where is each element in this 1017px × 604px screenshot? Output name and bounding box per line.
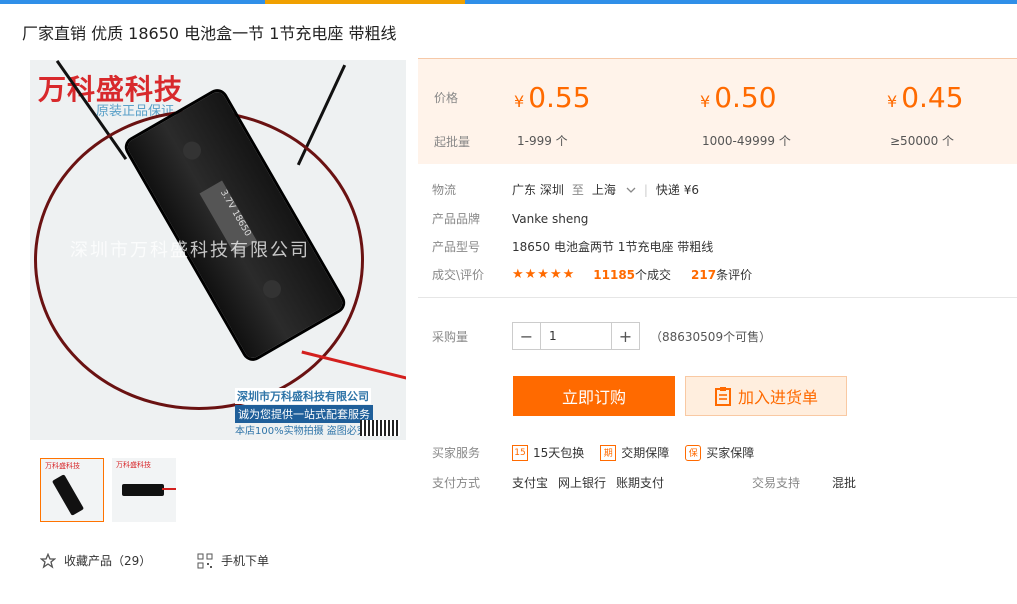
brand-label: 产品品牌: [432, 212, 481, 226]
logistics-destination: 上海: [591, 183, 616, 197]
price-tier-1: ¥0.55: [514, 81, 591, 114]
stock-available: （88630509个可售）: [650, 329, 772, 344]
logistics-to-word: 至: [571, 183, 584, 197]
service-text: 交期保障: [621, 446, 670, 460]
review-count-suffix: 条评价: [716, 268, 753, 282]
trade-support-label: 交易支持: [752, 476, 801, 490]
chevron-down-icon: [626, 187, 636, 193]
thumbnail-1[interactable]: 万科盛科技: [40, 458, 104, 522]
image-red-wire: [301, 350, 406, 383]
deal-count-link[interactable]: 11185个成交: [593, 266, 671, 283]
image-footer-company: 深圳市万科盛科技有限公司: [235, 388, 371, 404]
logistics-row: 物流 广东 深圳 至 上海 | 快递 ¥6: [432, 181, 699, 198]
review-count-link[interactable]: 217条评价: [691, 266, 752, 283]
payment-method: 支付宝: [512, 476, 549, 490]
image-barcode: [360, 420, 400, 436]
top-accent-segment: [265, 0, 465, 4]
mobile-order-button[interactable]: 手机下单: [197, 552, 269, 569]
services-label: 买家服务: [432, 446, 481, 460]
trade-support-value: 混批: [832, 476, 857, 490]
price-tier-2: ¥0.50: [700, 81, 777, 114]
quantity-decrease-button[interactable]: −: [513, 323, 541, 349]
thumbnail-holder: [51, 474, 85, 516]
currency-symbol: ¥: [887, 92, 898, 111]
model-row: 产品型号 18650 电池盒两节 1节充电座 带粗线: [432, 238, 713, 255]
price-label: 价格: [434, 91, 459, 105]
service-buyer[interactable]: 保买家保障: [685, 444, 754, 461]
payment-method: 网上银行: [558, 476, 607, 490]
favorite-label: 收藏产品（29）: [64, 554, 152, 568]
logistics-from: 广东 深圳: [512, 183, 564, 197]
add-to-cart-label: 加入进货单: [737, 388, 818, 407]
payment-row: 支付方式 支付宝 网上银行 账期支付: [432, 474, 674, 491]
image-footer-service: 诚为您提供一站式配套服务: [235, 405, 373, 423]
trade-support-row: 交易支持 混批: [752, 474, 856, 491]
service-exchange[interactable]: 15 15天包换: [512, 444, 584, 461]
payment-method: 账期支付: [616, 476, 665, 490]
thumbnail-brand: 万科盛科技: [116, 461, 151, 469]
price-value: 0.50: [714, 81, 777, 114]
brand-value: Vanke sheng: [512, 211, 589, 226]
currency-symbol: ¥: [700, 92, 711, 111]
service-text: 买家保障: [706, 446, 755, 460]
moq-range-3: ≥50000 个: [890, 134, 955, 148]
image-holder-hole: [259, 276, 285, 302]
moq-range-2: 1000-49999 个: [702, 134, 791, 148]
add-to-cart-button[interactable]: 加入进货单: [685, 376, 847, 416]
buy-now-button[interactable]: 立即订购: [513, 376, 675, 416]
divider-line: [418, 297, 1017, 298]
quantity-row: 采购量 − 1 + （88630509个可售）: [432, 322, 771, 350]
quantity-label: 采购量: [432, 329, 469, 344]
product-main-image[interactable]: 万科盛科技 原装正品保证 3.7V 18650 深圳市万科盛科技有限公司 深圳市…: [30, 60, 406, 440]
quantity-stepper: − 1 +: [512, 322, 640, 350]
quantity-input[interactable]: 1: [541, 323, 611, 349]
logistics-destination-select[interactable]: 上海: [592, 181, 636, 198]
services-row: 买家服务 15 15天包换 期交期保障 保买家保障: [432, 444, 770, 461]
calendar-15-icon: 15: [512, 444, 528, 461]
thumbnail-brand: 万科盛科技: [45, 462, 80, 470]
rating-stars: ★★★★★: [512, 267, 576, 282]
image-watermark: 深圳市万科盛科技有限公司: [70, 240, 310, 261]
price-tier-3: ¥0.45: [887, 81, 964, 114]
divider: |: [643, 182, 648, 197]
thumbnail-holder: [122, 484, 164, 496]
thumbnail-2[interactable]: 万科盛科技: [112, 458, 176, 522]
price-panel: 价格 起批量 ¥0.55 ¥0.50 ¥0.45 1-999 个 1000-49…: [418, 58, 1017, 164]
currency-symbol: ¥: [514, 92, 525, 111]
model-value: 18650 电池盒两节 1节充电座 带粗线: [512, 240, 714, 254]
deals-label: 成交\评价: [432, 268, 485, 282]
shield-icon: 保: [685, 444, 702, 461]
logistics-label: 物流: [432, 183, 457, 197]
mobile-order-label: 手机下单: [221, 554, 270, 568]
clipboard-icon: [714, 387, 731, 406]
image-holder-hole: [179, 138, 205, 163]
thumbnail-wire: [162, 488, 176, 490]
service-text: 15天包换: [533, 446, 585, 460]
payment-label: 支付方式: [432, 476, 481, 490]
review-count: 217: [691, 268, 717, 282]
top-accent-bar: [0, 0, 1017, 4]
deals-row: 成交\评价 ★★★★★ 11185个成交 217条评价: [432, 266, 752, 283]
favorite-button[interactable]: 收藏产品（29）: [40, 552, 151, 569]
shipping-fee: 快递 ¥6: [655, 183, 699, 197]
quantity-increase-button[interactable]: +: [611, 323, 639, 349]
deal-count-suffix: 个成交: [635, 268, 672, 282]
delivery-guarantee-icon: 期: [600, 444, 617, 461]
service-delivery[interactable]: 期交期保障: [600, 444, 669, 461]
qr-code-icon: [197, 553, 213, 568]
price-value: 0.45: [901, 81, 964, 114]
moq-label: 起批量: [434, 135, 471, 149]
price-value: 0.55: [528, 81, 591, 114]
brand-row: 产品品牌 Vanke sheng: [432, 210, 588, 227]
moq-range-1: 1-999 个: [517, 134, 568, 148]
page-title: 厂家直销 优质 18650 电池盒一节 1节充电座 带粗线: [22, 24, 397, 43]
model-label: 产品型号: [432, 240, 481, 254]
star-outline-icon: [40, 552, 56, 569]
image-footer-note: 本店100%实物拍摄 盗图必究: [235, 426, 367, 437]
deal-count: 11185: [593, 268, 636, 282]
